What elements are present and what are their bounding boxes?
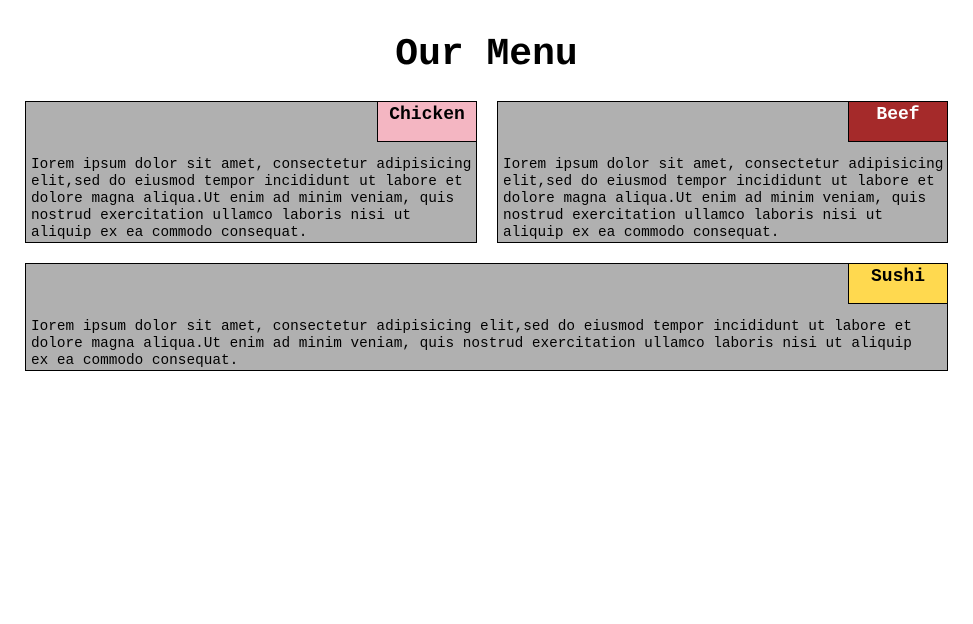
menu-description-beef: Iorem ipsum dolor sit amet, consectetur … xyxy=(503,157,944,241)
menu-card-chicken: Chicken Iorem ipsum dolor sit amet, cons… xyxy=(25,101,477,243)
menu-card-sushi: Sushi Iorem ipsum dolor sit amet, consec… xyxy=(25,263,948,371)
menu-description-sushi: Iorem ipsum dolor sit amet, consectetur … xyxy=(31,319,912,369)
menu-description-chicken: Iorem ipsum dolor sit amet, consectetur … xyxy=(31,157,472,241)
menu-tag-chicken: Chicken xyxy=(377,101,477,142)
page-title: Our Menu xyxy=(395,33,578,76)
menu-card-beef: Beef Iorem ipsum dolor sit amet, consect… xyxy=(497,101,948,243)
menu-tag-sushi: Sushi xyxy=(848,263,948,304)
menu-tag-beef: Beef xyxy=(848,101,948,142)
